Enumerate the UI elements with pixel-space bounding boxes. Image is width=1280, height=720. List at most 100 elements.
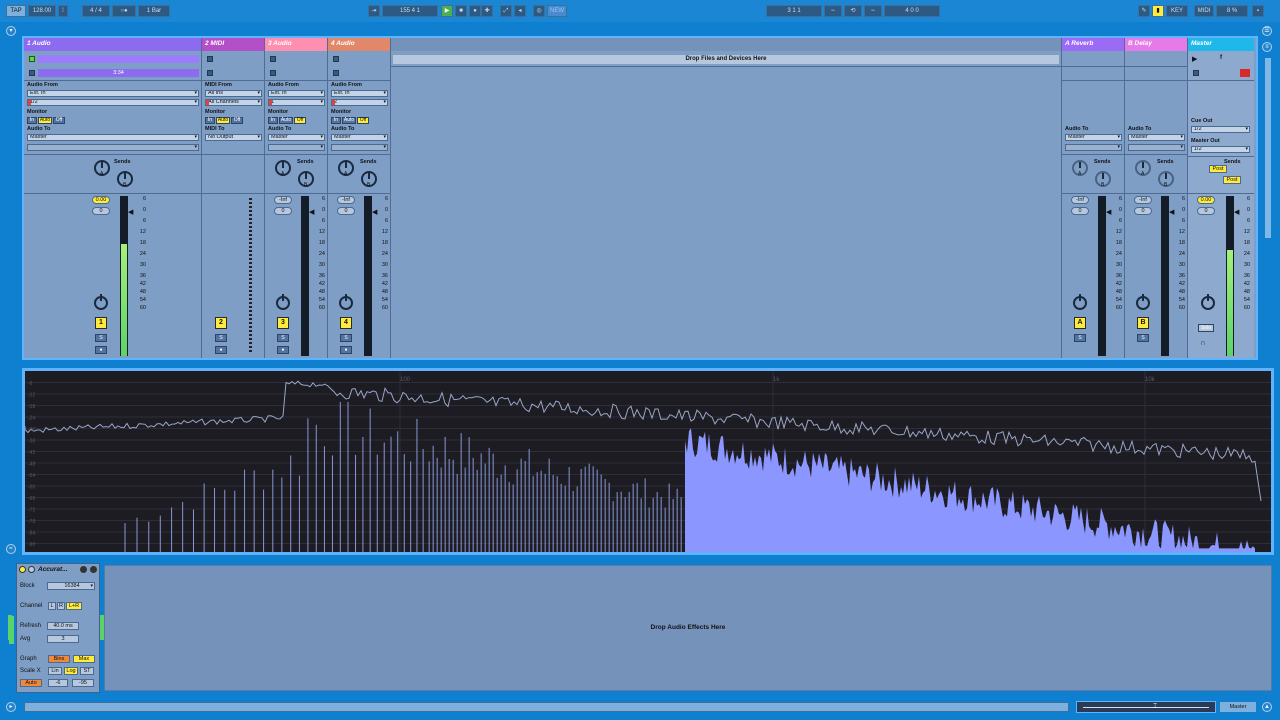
stop-clip-icon[interactable] [207, 56, 213, 62]
follow-icon[interactable]: ⇥ [368, 5, 380, 17]
track-title[interactable]: 4 Audio [328, 38, 390, 51]
fader-arrow-icon[interactable]: ◀ [309, 208, 314, 216]
volume-field[interactable]: 0.00 [1197, 196, 1215, 204]
track-title[interactable]: 3 Audio [265, 38, 327, 51]
draw-mode-icon[interactable]: ✎ [1138, 5, 1150, 17]
overview-toggle-icon[interactable]: ≈ [6, 544, 16, 554]
play-icon[interactable]: ▶ [441, 5, 453, 17]
headphones-icon[interactable]: ∩ [1200, 338, 1206, 347]
graph-max-button[interactable]: Max [73, 655, 95, 663]
pan-field[interactable]: 0 [274, 207, 292, 215]
channel-l-button[interactable]: L [48, 602, 56, 610]
monitor-off-button[interactable]: Off [231, 117, 243, 124]
pan-knob[interactable] [1073, 294, 1087, 310]
device-fold-icon[interactable] [28, 566, 35, 573]
output-type-select[interactable]: Master [27, 134, 199, 141]
pan-knob[interactable] [94, 294, 108, 310]
solo-button[interactable]: S [1137, 334, 1149, 342]
arrangement-position[interactable]: 155 4 1 [382, 5, 438, 17]
scale-lin-button[interactable]: Lin [48, 667, 62, 675]
output-channel-select[interactable] [268, 144, 325, 151]
quantize-select[interactable]: 1 Bar [138, 5, 170, 17]
refresh-field[interactable]: 40.0 ms [47, 622, 79, 630]
stop-clip-icon[interactable] [270, 56, 276, 62]
output-type-select[interactable]: Master [1128, 134, 1185, 141]
monitor-off-button[interactable]: Off [53, 117, 65, 124]
range-high-field[interactable]: -95 [72, 679, 94, 687]
block-select[interactable]: 16384 [47, 582, 95, 590]
record-icon[interactable]: ● [469, 5, 481, 17]
track-activator[interactable]: A [1074, 317, 1086, 329]
stop-all-icon[interactable] [1193, 70, 1199, 76]
clip-slot[interactable] [330, 69, 388, 78]
track-activator[interactable]: 3 [277, 317, 289, 329]
clip-slot[interactable] [26, 55, 199, 64]
monitor-in-button[interactable]: In [331, 117, 341, 124]
punch-in-icon[interactable]: ∼ [824, 5, 842, 17]
solo-button[interactable]: S [340, 334, 352, 342]
info-view-icon[interactable]: ▸ [6, 702, 16, 712]
stop-clip-icon[interactable] [29, 70, 35, 76]
cue-out-select[interactable]: 1/2 [1191, 126, 1250, 133]
loop-start[interactable]: 3 1 1 [766, 5, 822, 17]
input-type-select[interactable]: All Ins [205, 90, 262, 97]
solo-button[interactable]: S [95, 334, 107, 342]
monitor-off-button[interactable]: Off [294, 117, 306, 124]
monitor-auto-button[interactable]: Auto [38, 117, 52, 124]
solo-button[interactable]: S [277, 334, 289, 342]
output-type-select[interactable]: Master [1065, 134, 1122, 141]
monitor-in-button[interactable]: In [27, 117, 37, 124]
pan-knob[interactable] [1136, 294, 1150, 310]
midi-map-button[interactable]: MIDI [1194, 5, 1214, 17]
stop-clip-icon[interactable] [333, 56, 339, 62]
fader-arrow-icon[interactable]: ◀ [372, 208, 377, 216]
clip-slot[interactable] [330, 55, 388, 64]
input-type-select[interactable]: Ext. In [268, 90, 325, 97]
track-activator[interactable]: 4 [340, 317, 352, 329]
clip[interactable] [38, 55, 199, 63]
clip-slot[interactable] [267, 69, 325, 78]
pan-knob[interactable] [276, 294, 290, 310]
session-view-icon[interactable]: ☰ [1262, 26, 1272, 36]
spectrum-display[interactable]: 100 1k 10k -6 -12 -18 -24 -30 -36 -42 -48 -54 -60… [25, 371, 1271, 552]
device-menu-icon[interactable] [80, 566, 87, 573]
post-b-button[interactable]: Post [1223, 176, 1241, 184]
stop-clip-icon[interactable] [207, 70, 213, 76]
track-activator[interactable]: 1 [95, 317, 107, 329]
post-a-button[interactable]: Post [1209, 165, 1227, 173]
track-title[interactable]: A Reverb [1062, 38, 1124, 51]
auto-range-button[interactable]: Auto [20, 679, 42, 687]
session-record-icon[interactable]: ◎ [533, 5, 545, 17]
monitor-in-button[interactable]: In [268, 117, 278, 124]
range-low-field[interactable]: -6 [48, 679, 68, 687]
stop-clip-icon[interactable] [270, 70, 276, 76]
fader-arrow-icon[interactable]: ◀ [128, 208, 133, 216]
monitor-in-button[interactable]: In [205, 117, 215, 124]
metronome-button[interactable]: ○● [112, 5, 136, 17]
arrangement-view-icon[interactable]: ≡ [1262, 42, 1272, 52]
stop-all-slot[interactable] [1190, 69, 1252, 78]
input-channel-select[interactable]: 1/2 [27, 99, 199, 106]
pan-field[interactable]: 0 [337, 207, 355, 215]
volume-field[interactable]: -Inf [1071, 196, 1089, 204]
tap-button[interactable]: TAP [6, 5, 26, 17]
tempo-nudge[interactable]: ⁞ [58, 5, 68, 17]
scale-log-button[interactable]: Log [64, 667, 78, 675]
monitor-auto-button[interactable]: Auto [279, 117, 293, 124]
arm-button[interactable]: ● [340, 346, 352, 354]
device-save-icon[interactable] [90, 566, 97, 573]
volume-field[interactable]: -Inf [337, 196, 355, 204]
output-type-select[interactable]: No Output [205, 134, 262, 141]
drop-zone-column[interactable]: Drop Files and Devices Here [391, 38, 1062, 358]
clip-slot[interactable] [267, 55, 325, 64]
stop-icon[interactable]: ■ [455, 5, 467, 17]
track-title[interactable]: 2 MIDI [202, 38, 264, 51]
output-channel-select[interactable] [331, 144, 388, 151]
solo-cue-button[interactable]: Solo [1198, 324, 1214, 332]
vertical-scrollbar[interactable] [1265, 58, 1271, 238]
pan-knob[interactable] [1201, 294, 1215, 310]
audio-effects-dropzone[interactable]: Drop Audio Effects Here [104, 565, 1272, 691]
scale-st-button[interactable]: ST [80, 667, 94, 675]
pan-field[interactable]: 0 [92, 207, 110, 215]
output-type-select[interactable]: Master [331, 134, 388, 141]
